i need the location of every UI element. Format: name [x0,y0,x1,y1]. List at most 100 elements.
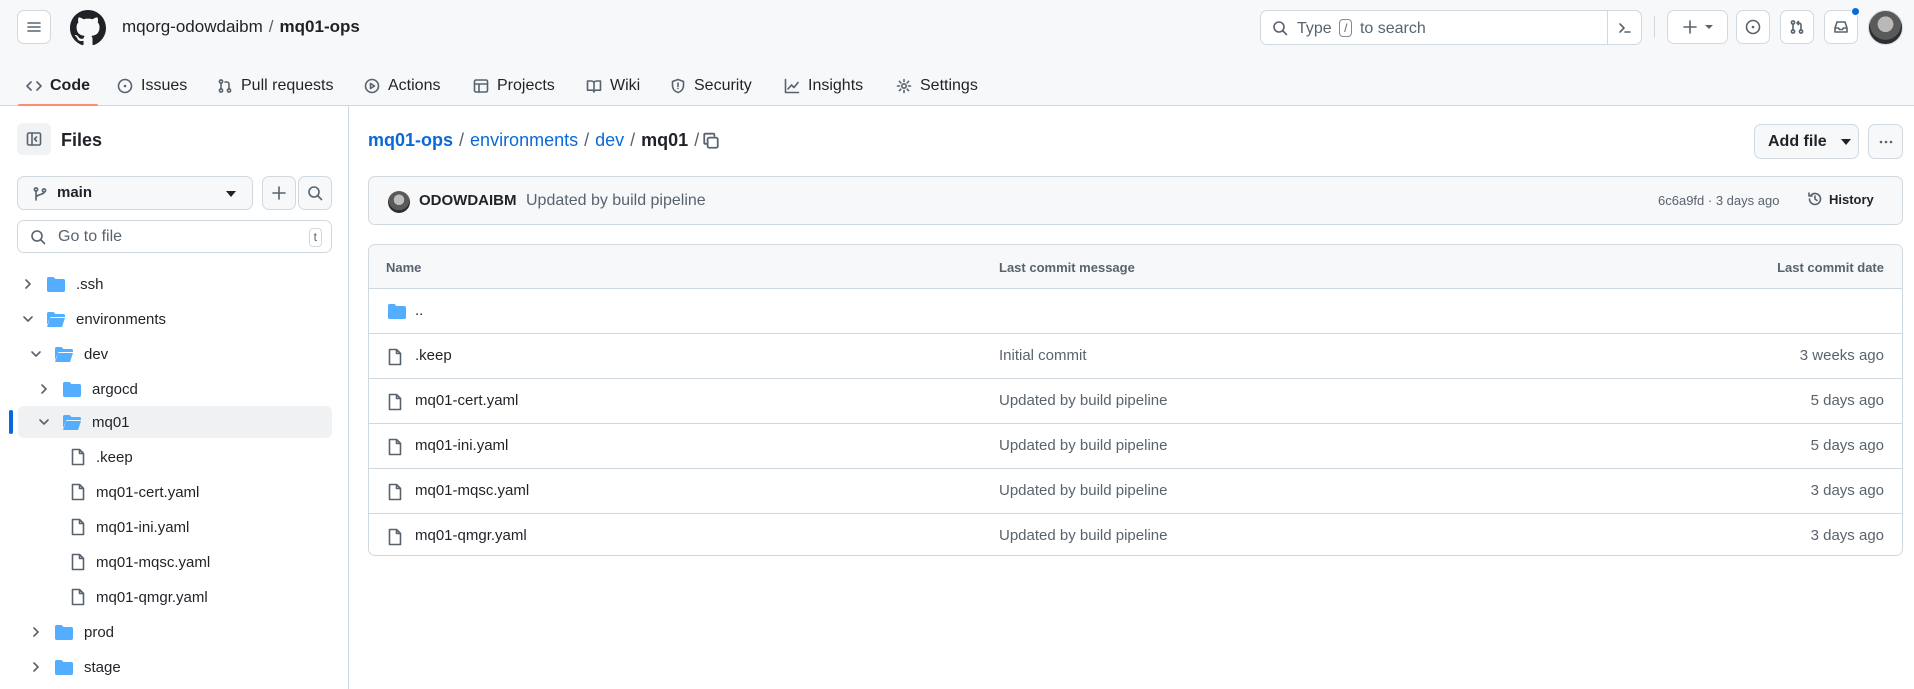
row-name[interactable]: mq01-qmgr.yaml [415,527,527,544]
breadcrumb-separator: / [268,17,274,36]
git-pull-request-icon [218,79,232,93]
tab-insights[interactable]: Insights [784,66,863,106]
table-row[interactable]: mq01-mqsc.yaml Updated by build pipeline… [369,469,1902,514]
your-pull-requests-button[interactable] [1780,10,1814,44]
tab-actions[interactable]: Actions [364,66,440,106]
tree-item-argocd[interactable]: argocd [36,373,332,405]
history-button[interactable]: History [1807,191,1874,207]
chevron-right-icon[interactable] [20,276,36,292]
tab-label: Actions [388,77,441,94]
table-row[interactable]: .keep Initial commit 3 weeks ago [369,334,1902,379]
path-current: mq01 [641,130,689,150]
chevron-down-icon[interactable] [36,414,52,430]
tree-item-stage[interactable]: stage [28,651,332,683]
tab-code[interactable]: Code [18,66,98,106]
go-to-file-placeholder: Go to file [58,228,123,245]
git-branch-icon [32,186,48,202]
add-file-button[interactable] [262,176,296,210]
tree-item-mq01[interactable]: mq01 [18,406,332,438]
tree-item-label: stage [84,658,121,676]
tab-security[interactable]: Security [670,66,752,106]
tree-item-mq01-ini[interactable]: mq01-ini.yaml [70,511,332,543]
table-row[interactable]: mq01-cert.yaml Updated by build pipeline… [369,379,1902,424]
folder-open-icon [54,346,74,363]
sidebar-collapse-icon [26,132,42,146]
add-file-label: Add file [1768,132,1827,150]
commit-message[interactable]: Updated by build pipeline [526,192,706,210]
chevron-right-icon[interactable] [28,624,44,640]
terminal-icon [1618,22,1631,33]
file-icon [387,438,403,456]
row-name[interactable]: mq01-mqsc.yaml [415,482,529,499]
file-icon [387,348,403,366]
tree-item-environments[interactable]: environments [20,303,332,335]
command-palette-button[interactable] [1607,11,1641,44]
go-to-file-input[interactable]: Go to file t [17,220,332,253]
repo-breadcrumb: mqorg-odowdaibm / mq01-ops [122,17,360,37]
chevron-down-icon[interactable] [20,311,36,327]
chevron-right-icon[interactable] [28,659,44,675]
commit-author[interactable]: ODOWDAIBM [419,192,517,209]
row-commit-message[interactable]: Updated by build pipeline [999,527,1167,544]
file-icon [70,553,86,571]
more-options-button[interactable] [1868,124,1903,159]
copy-path-icon[interactable] [702,132,720,150]
tab-pull-requests[interactable]: Pull requests [217,66,334,106]
repo-link[interactable]: mq01-ops [280,17,360,36]
tree-item-label: prod [84,623,115,641]
tab-wiki[interactable]: Wiki [586,66,640,106]
row-name[interactable]: mq01-ini.yaml [415,437,508,454]
tab-issues[interactable]: Issues [117,66,187,106]
tab-label: Projects [497,77,555,94]
row-commit-message[interactable]: Updated by build pipeline [999,482,1167,499]
table-row[interactable]: mq01-ini.yaml Updated by build pipeline … [369,424,1902,469]
tree-item-label: environments [76,310,167,328]
chevron-down-icon[interactable] [28,346,44,362]
row-name[interactable]: mq01-cert.yaml [415,392,518,409]
branch-selector[interactable]: main [17,176,253,210]
tree-item-mq01-cert[interactable]: mq01-cert.yaml [70,476,332,508]
chevron-right-icon[interactable] [36,381,52,397]
commit-meta[interactable]: 6c6a9fd · 3 days ago [1658,193,1779,208]
tree-item-mq01-mqsc[interactable]: mq01-mqsc.yaml [70,546,332,578]
owner-link[interactable]: mqorg-odowdaibm [122,17,263,36]
row-commit-message[interactable]: Initial commit [999,347,1087,364]
tab-label: Code [50,77,90,94]
tree-item-mq01-qmgr[interactable]: mq01-qmgr.yaml [70,581,332,613]
row-commit-message[interactable]: Updated by build pipeline [999,437,1167,454]
row-name[interactable]: .. [415,302,423,319]
column-header-date: Last commit date [1777,260,1884,275]
search-files-button[interactable] [298,176,332,210]
tab-projects[interactable]: Projects [473,66,555,106]
file-tree-sidebar: Files main Go to file t .ssh environment… [0,106,349,689]
tree-item-dev[interactable]: dev [28,338,332,370]
tree-item-prod[interactable]: prod [28,616,332,648]
row-commit-message[interactable]: Updated by build pipeline [999,392,1167,409]
path-link-dev[interactable]: dev [595,130,624,151]
row-name[interactable]: .keep [415,347,452,364]
create-new-button[interactable] [1667,10,1728,44]
commit-author-avatar[interactable] [388,191,410,213]
tree-item-label: mq01-qmgr.yaml [96,588,208,606]
table-row-parent[interactable]: .. [369,289,1902,334]
add-file-dropdown[interactable]: Add file [1754,124,1859,159]
folder-icon [46,276,66,293]
tree-item-keep[interactable]: .keep [70,441,332,473]
your-issues-button[interactable] [1736,10,1770,44]
menu-button[interactable] [17,10,51,44]
path-link-environments[interactable]: environments [470,130,578,151]
table-row[interactable]: mq01-qmgr.yaml Updated by build pipeline… [369,514,1902,555]
user-avatar[interactable] [1868,10,1903,45]
path-separator: / [459,130,465,150]
path-root-link[interactable]: mq01-ops [368,130,453,151]
search-placeholder: Type / to search [1297,19,1426,37]
tab-settings[interactable]: Settings [896,66,978,106]
search-input[interactable]: Type / to search [1260,10,1642,45]
column-header-message: Last commit message [999,260,1135,275]
book-icon [586,80,602,93]
github-logo-icon[interactable] [70,10,106,46]
tree-item-ssh[interactable]: .ssh [20,268,332,300]
collapse-sidebar-button[interactable] [17,123,51,155]
tree-item-label: mq01-ini.yaml [96,518,190,536]
row-commit-date: 3 weeks ago [1799,347,1884,364]
